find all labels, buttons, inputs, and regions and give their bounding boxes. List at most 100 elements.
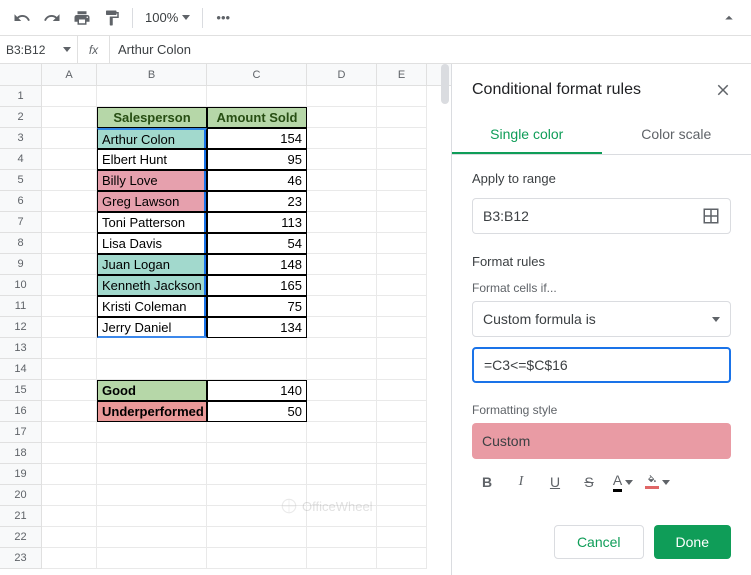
- tab-single-color[interactable]: Single color: [452, 116, 602, 154]
- row-header[interactable]: 5: [0, 170, 42, 191]
- cell[interactable]: [42, 527, 97, 548]
- underline-button[interactable]: U: [540, 467, 570, 497]
- more-button[interactable]: •••: [209, 4, 237, 32]
- cell[interactable]: 165: [207, 275, 307, 296]
- cell[interactable]: [42, 149, 97, 170]
- cell[interactable]: [42, 338, 97, 359]
- cell[interactable]: [42, 359, 97, 380]
- row-header[interactable]: 7: [0, 212, 42, 233]
- cell[interactable]: [307, 443, 377, 464]
- cell[interactable]: [207, 443, 307, 464]
- cell[interactable]: [377, 86, 427, 107]
- zoom-dropdown[interactable]: 100%: [139, 10, 196, 25]
- text-color-button[interactable]: A: [608, 467, 638, 497]
- condition-dropdown[interactable]: Custom formula is: [472, 301, 731, 337]
- cell[interactable]: [42, 380, 97, 401]
- cell[interactable]: [307, 380, 377, 401]
- strikethrough-button[interactable]: S: [574, 467, 604, 497]
- cell[interactable]: [42, 464, 97, 485]
- fill-color-button[interactable]: [642, 467, 672, 497]
- cell[interactable]: [377, 485, 427, 506]
- cell[interactable]: [207, 338, 307, 359]
- cell[interactable]: [42, 128, 97, 149]
- cell[interactable]: [42, 275, 97, 296]
- cell[interactable]: [377, 443, 427, 464]
- custom-formula-input[interactable]: [472, 347, 731, 383]
- cell[interactable]: 113: [207, 212, 307, 233]
- cell[interactable]: Underperformed: [97, 401, 207, 422]
- cell[interactable]: 46: [207, 170, 307, 191]
- cell[interactable]: 148: [207, 254, 307, 275]
- cell[interactable]: [97, 86, 207, 107]
- row-header[interactable]: 15: [0, 380, 42, 401]
- cell[interactable]: [42, 506, 97, 527]
- cell[interactable]: 134: [207, 317, 307, 338]
- cell[interactable]: Salesperson: [97, 107, 207, 128]
- redo-button[interactable]: [38, 4, 66, 32]
- cell[interactable]: [307, 401, 377, 422]
- row-header[interactable]: 2: [0, 107, 42, 128]
- cell[interactable]: Kristi Coleman: [97, 296, 207, 317]
- cell[interactable]: [42, 86, 97, 107]
- close-sidebar-button[interactable]: [711, 78, 735, 102]
- name-box[interactable]: B3:B12: [0, 36, 78, 63]
- cell[interactable]: [307, 233, 377, 254]
- cell[interactable]: [42, 548, 97, 569]
- row-header[interactable]: 23: [0, 548, 42, 569]
- row-header[interactable]: 21: [0, 506, 42, 527]
- cell[interactable]: Lisa Davis: [97, 233, 207, 254]
- cell[interactable]: [97, 359, 207, 380]
- formula-value[interactable]: Arthur Colon: [110, 42, 199, 57]
- cell[interactable]: Arthur Colon: [97, 128, 207, 149]
- row-header[interactable]: 16: [0, 401, 42, 422]
- cell[interactable]: Toni Patterson: [97, 212, 207, 233]
- cell[interactable]: [377, 317, 427, 338]
- cell[interactable]: [307, 149, 377, 170]
- row-header[interactable]: 20: [0, 485, 42, 506]
- cell[interactable]: [307, 191, 377, 212]
- cell[interactable]: [377, 338, 427, 359]
- row-header[interactable]: 22: [0, 527, 42, 548]
- cell[interactable]: 140: [207, 380, 307, 401]
- row-header[interactable]: 18: [0, 443, 42, 464]
- range-input[interactable]: B3:B12: [472, 198, 731, 234]
- row-header[interactable]: 17: [0, 422, 42, 443]
- cell[interactable]: [97, 506, 207, 527]
- cell[interactable]: [307, 359, 377, 380]
- cell[interactable]: 50: [207, 401, 307, 422]
- cell[interactable]: [377, 212, 427, 233]
- cell[interactable]: Greg Lawson: [97, 191, 207, 212]
- cell[interactable]: [207, 548, 307, 569]
- row-header[interactable]: 10: [0, 275, 42, 296]
- cell[interactable]: [42, 401, 97, 422]
- scrollbar[interactable]: [441, 64, 449, 104]
- cell[interactable]: [377, 401, 427, 422]
- cell[interactable]: [377, 380, 427, 401]
- cell[interactable]: Kenneth Jackson: [97, 275, 207, 296]
- row-header[interactable]: 14: [0, 359, 42, 380]
- cell[interactable]: [307, 548, 377, 569]
- cell[interactable]: [207, 86, 307, 107]
- cell[interactable]: [307, 317, 377, 338]
- cell[interactable]: [207, 464, 307, 485]
- cell[interactable]: [307, 296, 377, 317]
- col-header[interactable]: D: [307, 64, 377, 85]
- cell[interactable]: [42, 485, 97, 506]
- cell[interactable]: Jerry Daniel: [97, 317, 207, 338]
- cell[interactable]: [307, 86, 377, 107]
- row-header[interactable]: 19: [0, 464, 42, 485]
- cell[interactable]: [307, 422, 377, 443]
- cell[interactable]: [307, 464, 377, 485]
- cancel-button[interactable]: Cancel: [554, 525, 644, 559]
- cell[interactable]: [377, 527, 427, 548]
- done-button[interactable]: Done: [654, 525, 731, 559]
- cell[interactable]: [97, 527, 207, 548]
- cell[interactable]: 54: [207, 233, 307, 254]
- cell[interactable]: 75: [207, 296, 307, 317]
- row-header[interactable]: 13: [0, 338, 42, 359]
- col-header[interactable]: A: [42, 64, 97, 85]
- cell[interactable]: [42, 233, 97, 254]
- row-header[interactable]: 8: [0, 233, 42, 254]
- cell[interactable]: [307, 128, 377, 149]
- cell[interactable]: [377, 233, 427, 254]
